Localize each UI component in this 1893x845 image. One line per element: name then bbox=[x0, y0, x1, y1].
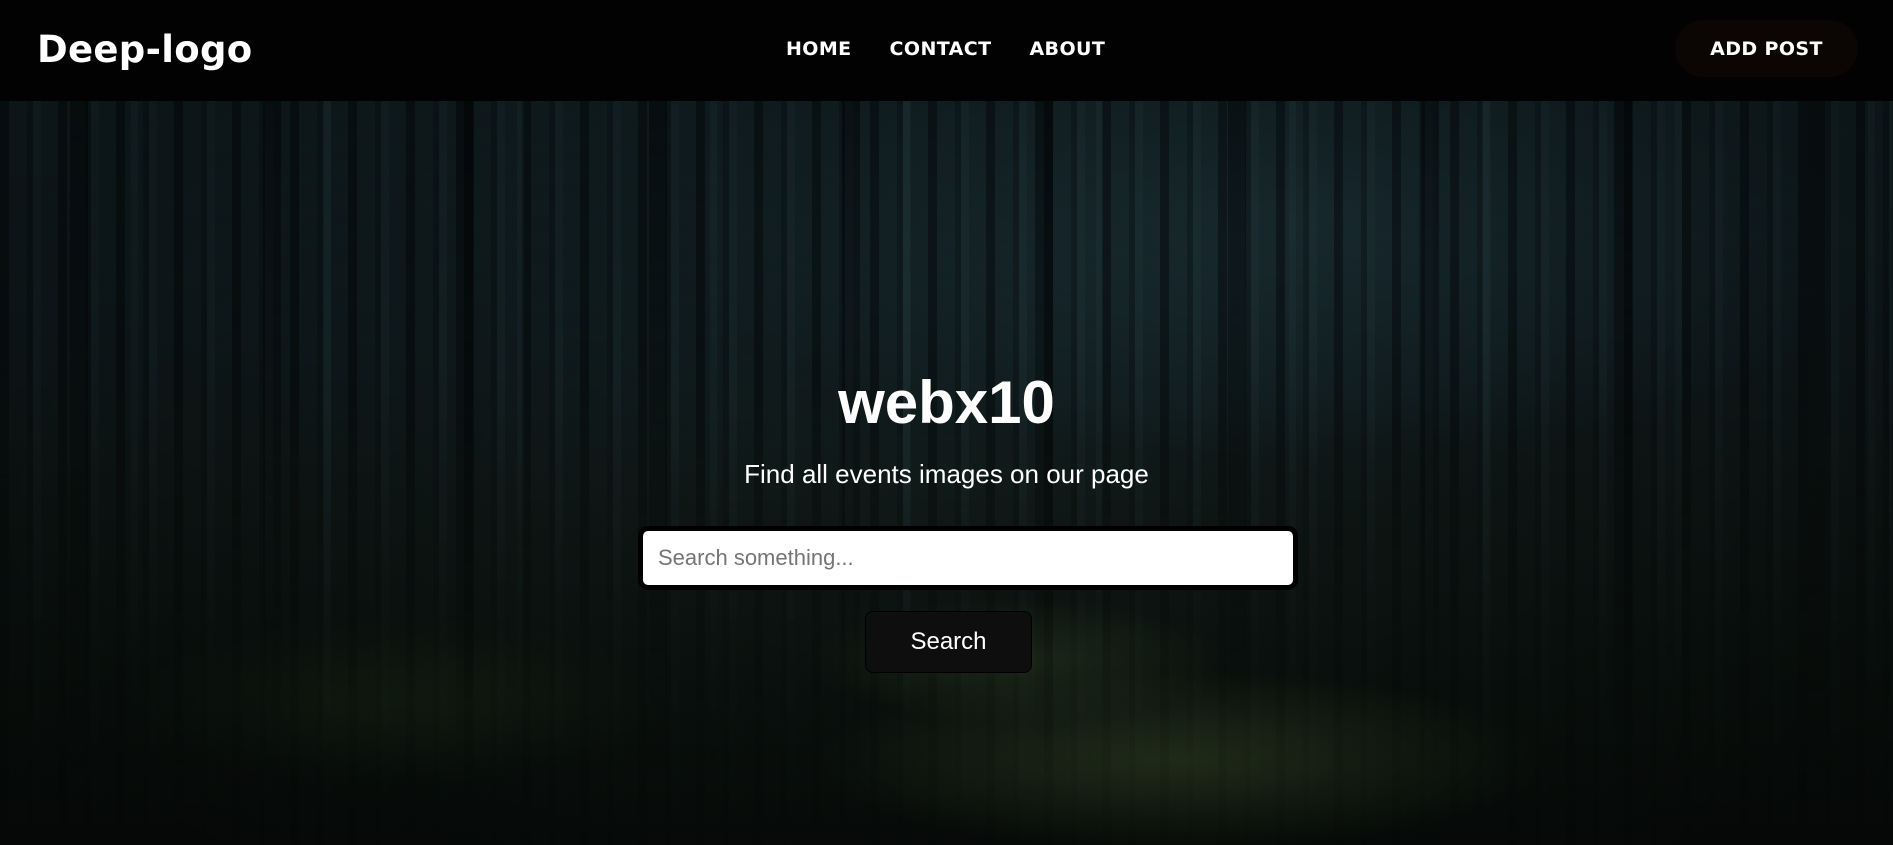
hero-title: webx10 bbox=[838, 369, 1055, 436]
site-logo[interactable]: Deep-logo bbox=[37, 26, 252, 74]
nav-link-contact[interactable]: CONTACT bbox=[890, 36, 992, 62]
main-nav: HOME CONTACT ABOUT bbox=[786, 36, 1143, 62]
hero-section: webx10 Find all events images on our pag… bbox=[0, 101, 1893, 845]
add-post-button[interactable]: ADD POST bbox=[1675, 20, 1858, 77]
page: Deep-logo HOME CONTACT ABOUT ADD POST we… bbox=[0, 0, 1893, 845]
nav-link-home[interactable]: HOME bbox=[786, 36, 852, 62]
search-input[interactable] bbox=[638, 526, 1298, 590]
nav-link-about[interactable]: ABOUT bbox=[1029, 36, 1105, 62]
search-button[interactable]: Search bbox=[865, 611, 1032, 673]
top-navbar: Deep-logo HOME CONTACT ABOUT ADD POST bbox=[0, 0, 1893, 101]
hero-subtitle: Find all events images on our page bbox=[744, 459, 1149, 489]
